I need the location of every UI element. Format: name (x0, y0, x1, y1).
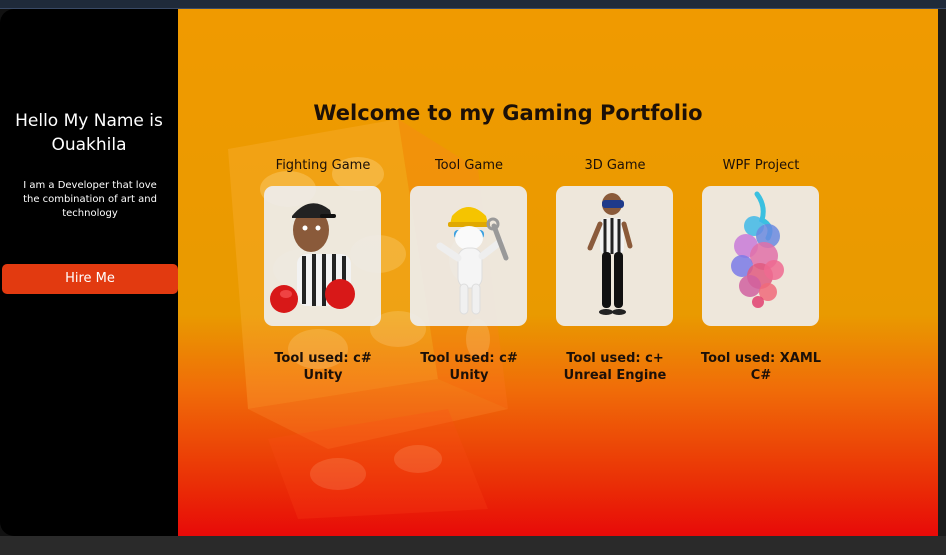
project-title: 3D Game (584, 158, 646, 173)
tool-engine-text: Unity (303, 368, 343, 383)
boxer-character-icon (270, 203, 355, 313)
window-bottom-edge (0, 536, 946, 555)
hire-me-button[interactable]: Hire Me (2, 264, 178, 294)
tool-used-text: Tool used: c# (420, 351, 518, 366)
project-image[interactable] (702, 186, 819, 326)
page-title: Welcome to my Gaming Portfolio (313, 101, 703, 125)
tool-used-text: Tool used: XAML (700, 351, 822, 366)
project-card-wpf-project[interactable]: WPF Project Tool used: XAML C# (688, 158, 834, 384)
project-title: Tool Game (434, 158, 504, 173)
window-right-edge (938, 9, 946, 536)
builder-character-icon (436, 207, 509, 315)
window-top-bar (0, 0, 946, 9)
ink-cloud-icon (731, 191, 784, 308)
project-card-fighting-game[interactable]: Fighting Game Tool used: c# Unity (250, 158, 396, 383)
project-image[interactable] (264, 186, 381, 326)
project-image[interactable] (410, 186, 527, 326)
tool-engine-text: C# (750, 368, 772, 383)
project-title: WPF Project (722, 158, 800, 173)
project-title: Fighting Game (275, 158, 371, 173)
portfolio-panel: Welcome to my Gaming Portfolio Fighting … (178, 9, 938, 536)
greeting-text: Hello My Name is Ouakhila (15, 111, 163, 155)
tool-used-text: Tool used: c+ (566, 351, 664, 366)
project-card-3d-game[interactable]: 3D Game Tool used: c+ Unreal Engine (542, 158, 688, 383)
tool-used-text: Tool used: c# (274, 351, 372, 366)
vr-referee-icon (587, 193, 633, 315)
sidebar: Hello My Name is Ouakhila I am a Develop… (0, 9, 178, 536)
project-card-tool-game[interactable]: Tool Game Tool used: c# Unity (396, 158, 542, 383)
tool-engine-text: Unreal Engine (563, 368, 667, 383)
project-image[interactable] (556, 186, 673, 326)
tagline-text: I am a Developer that love the combinati… (23, 180, 157, 219)
tool-engine-text: Unity (449, 368, 489, 383)
